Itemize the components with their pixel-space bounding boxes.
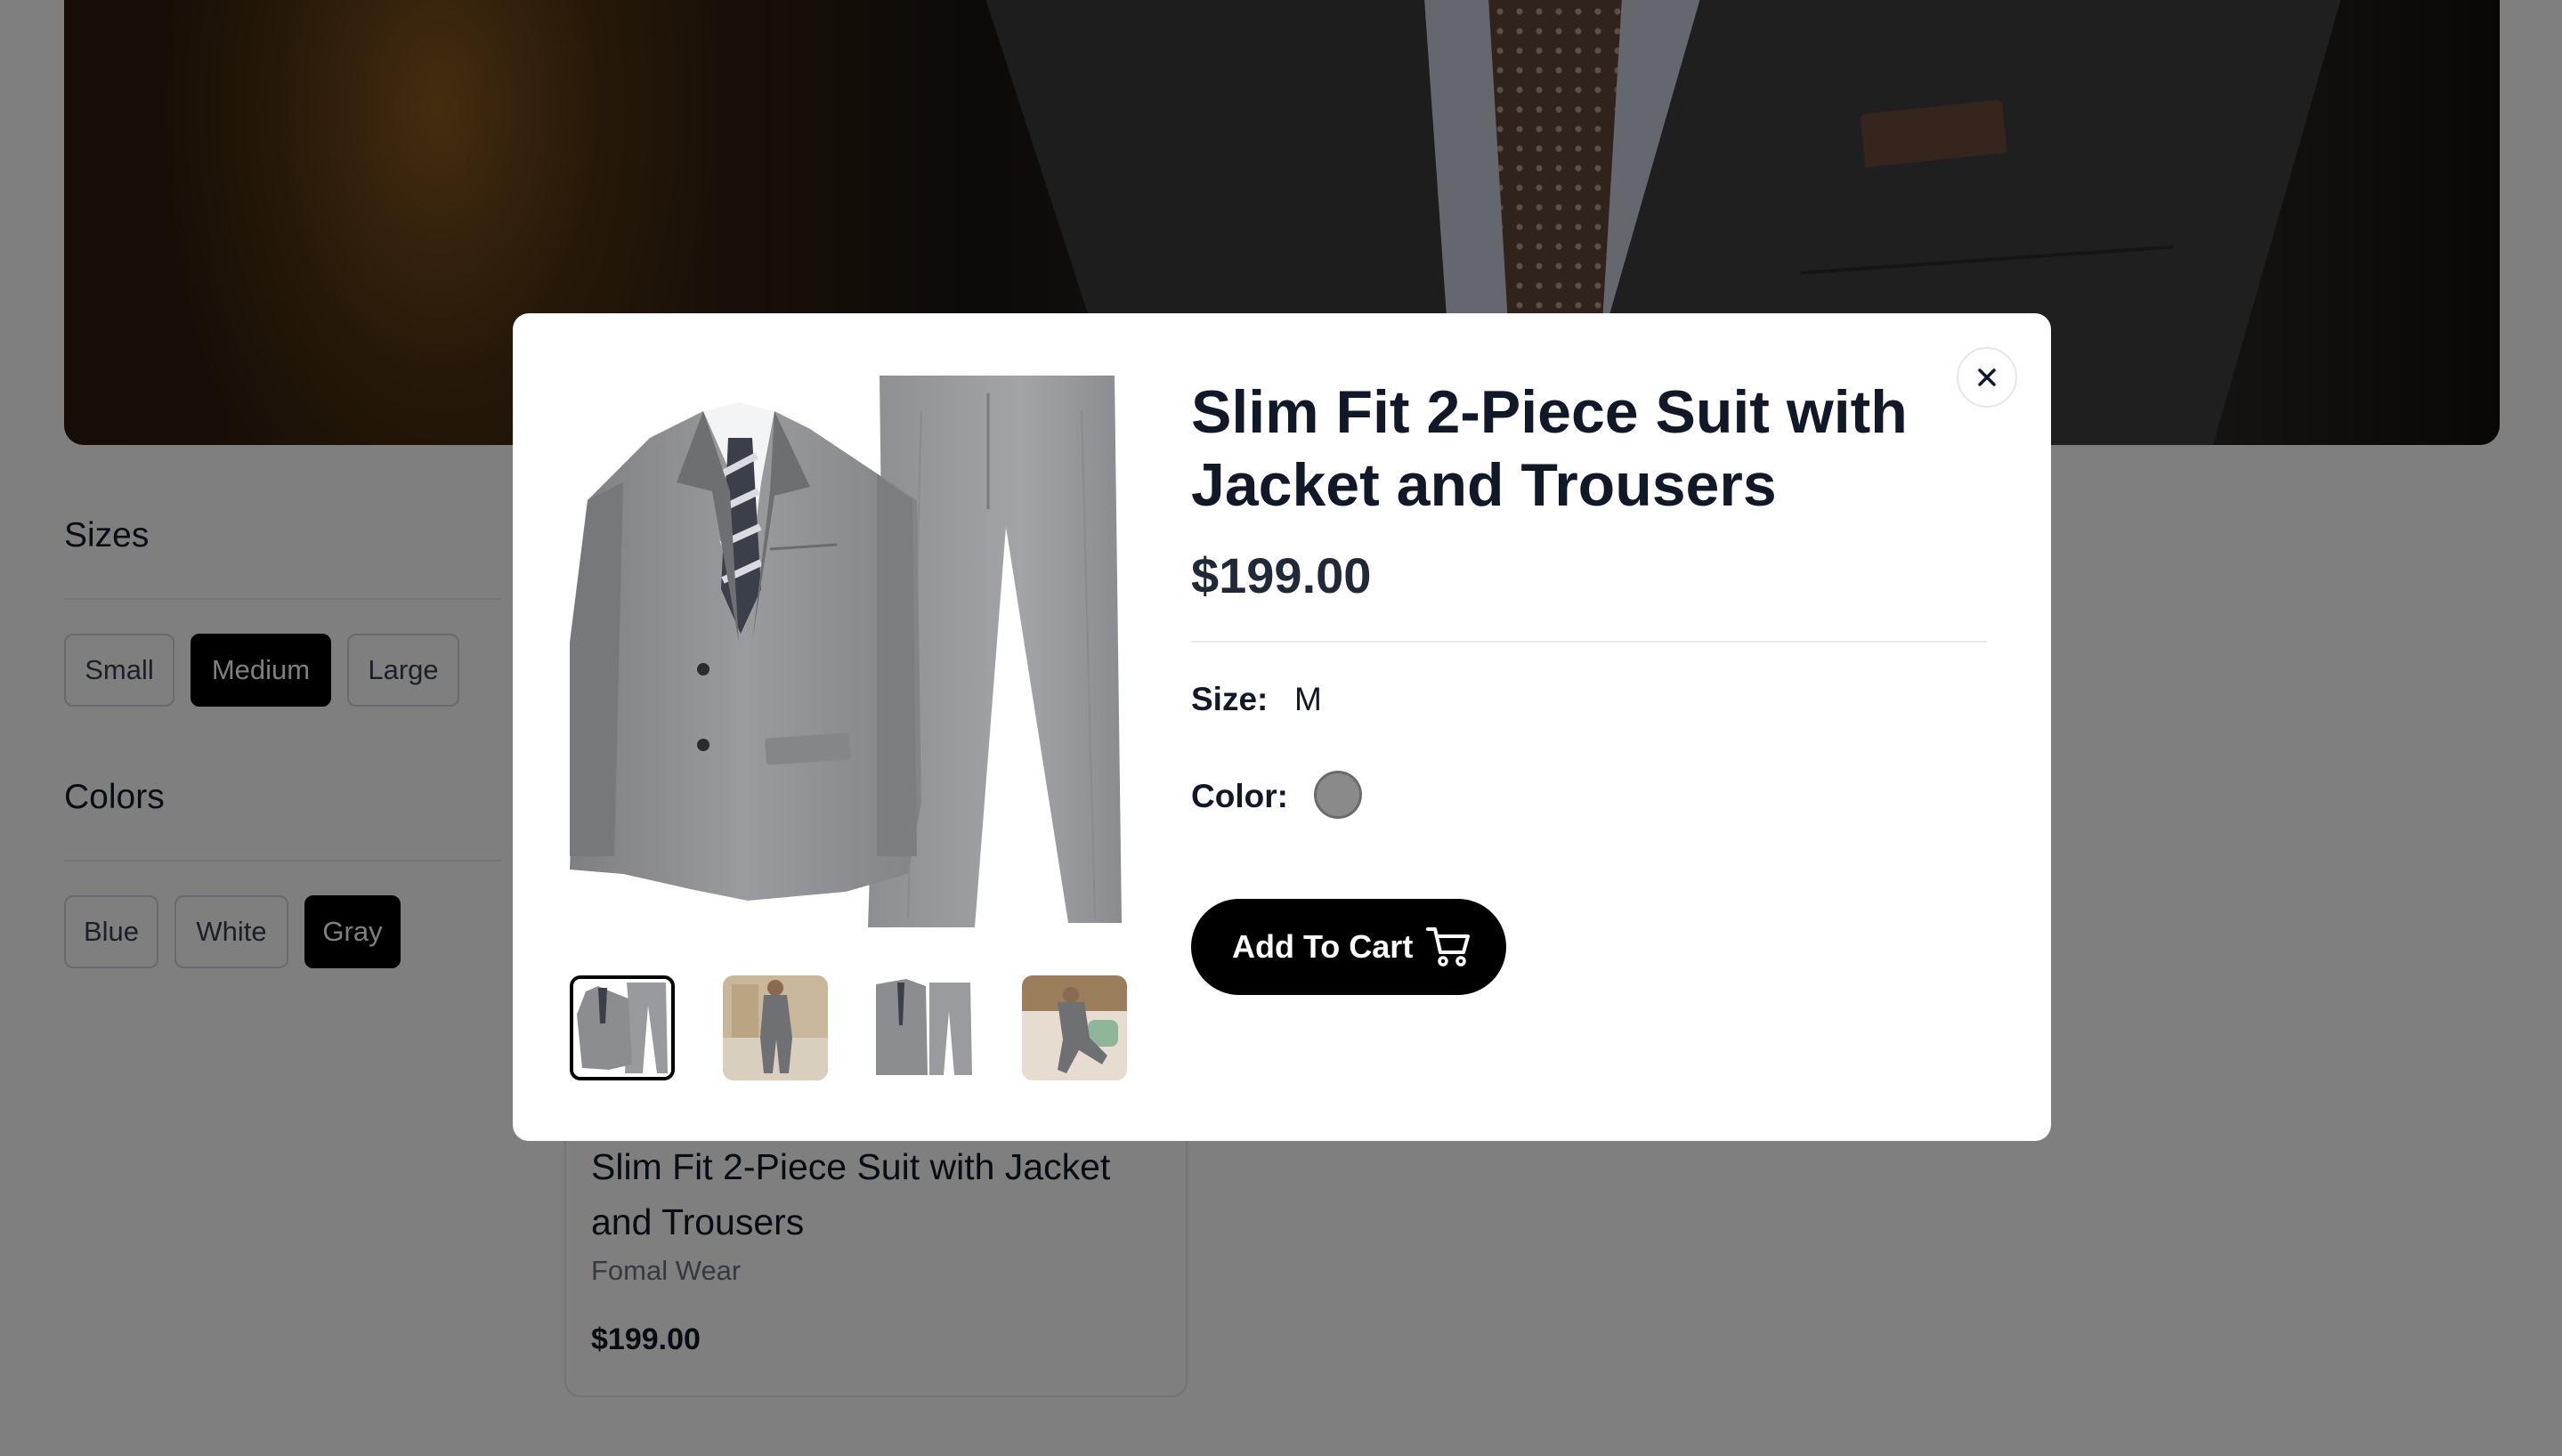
close-button[interactable] (1957, 347, 2017, 408)
add-to-cart-label: Add To Cart (1232, 928, 1414, 965)
product-main-image (570, 376, 1122, 927)
suit-flatlay-thumbnail-image (573, 979, 671, 1077)
thumbnail-3[interactable] (871, 975, 976, 1080)
model-seated-thumbnail-image (1022, 975, 1127, 1080)
color-label: Color: (1191, 778, 1288, 814)
thumbnail-1[interactable] (570, 975, 675, 1080)
selected-size-value: M (1294, 681, 1322, 717)
model-standing-thumbnail-image (723, 975, 828, 1080)
add-to-cart-button[interactable]: Add To Cart (1191, 899, 1506, 995)
size-label: Size: (1191, 681, 1269, 717)
thumbnail-4[interactable] (1022, 975, 1127, 1080)
product-quick-view-modal: Slim Fit 2-Piece Suit with Jacket and Tr… (513, 313, 2051, 1141)
product-title: Slim Fit 2-Piece Suit with Jacket and Tr… (1191, 378, 1908, 519)
details-divider (1191, 641, 1987, 643)
close-icon (1978, 368, 1996, 386)
jacket-front-thumbnail-image (871, 975, 976, 1080)
product-price: $199.00 (1191, 547, 1372, 603)
shopping-cart-icon (1426, 927, 1470, 967)
thumbnail-2[interactable] (723, 975, 828, 1080)
selected-color-swatch (1314, 771, 1362, 819)
